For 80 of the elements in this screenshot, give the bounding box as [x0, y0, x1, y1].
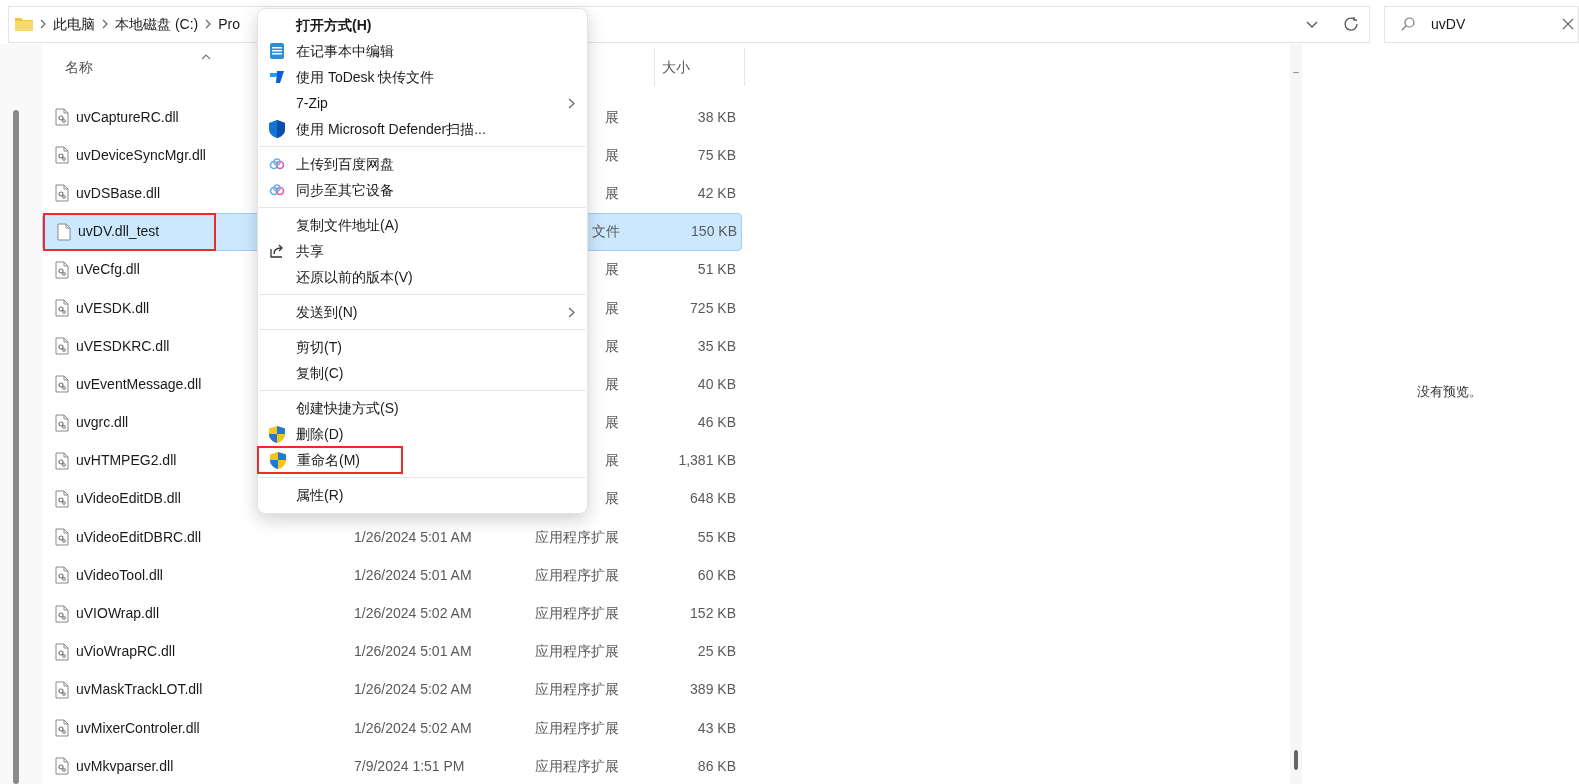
- type-cell-text: 文件: [592, 222, 620, 242]
- type-cell-text: 展: [605, 336, 619, 356]
- date-cell: 7/9/2024 1:51 PM: [354, 757, 465, 774]
- file-name: uVESDK.dll: [76, 298, 150, 318]
- type-cell-text: 展: [605, 183, 619, 203]
- date-cell: 1/26/2024 5:01 AM: [354, 643, 472, 660]
- type-cell-text: 展: [605, 298, 619, 318]
- file-name: uvMixerControler.dll: [76, 718, 200, 738]
- size-cell-text: 1,381 KB: [678, 451, 736, 471]
- menu-item-label: 剪切(T): [296, 337, 342, 357]
- menu-item-label: 删除(D): [296, 424, 344, 444]
- type-cell-text: 应用程序扩展: [535, 604, 619, 624]
- type-cell-text: 展: [605, 107, 619, 127]
- menu-item-label: 复制(C): [296, 363, 344, 383]
- file-name: uvEventMessage.dll: [76, 374, 202, 394]
- type-cell-text: 应用程序扩展: [535, 642, 619, 662]
- date-cell: 1/26/2024 5:01 AM: [354, 566, 472, 583]
- file-name: uvHTMPEG2.dll: [76, 451, 177, 471]
- type-cell-text: 应用程序扩展: [535, 527, 619, 547]
- date-cell: 1/26/2024 5:01 AM: [354, 528, 472, 545]
- menu-item-label: 7-Zip: [296, 93, 328, 113]
- file-name: uvgrc.dll: [76, 413, 129, 433]
- menu-item-label: 使用 Microsoft Defender扫描...: [296, 119, 486, 139]
- file-name: uVideoEditDB.dll: [76, 489, 181, 509]
- size-cell-text: 25 KB: [697, 642, 736, 662]
- type-cell-text: 应用程序扩展: [535, 718, 619, 738]
- type-cell-text: 应用程序扩展: [535, 756, 619, 776]
- menu-item-label: 上传到百度网盘: [296, 154, 394, 174]
- size-cell-text: 35 KB: [697, 336, 736, 356]
- file-name: uvMkvparser.dll: [76, 756, 174, 776]
- type-cell-text: 应用程序扩展: [535, 565, 619, 585]
- type-cell-text: 应用程序扩展: [535, 680, 619, 700]
- size-cell-text: 46 KB: [697, 413, 736, 433]
- type-cell-text: 展: [605, 374, 619, 394]
- size-cell-text: 648 KB: [690, 489, 736, 509]
- menu-item-label: 共享: [296, 241, 324, 261]
- menu-item-label: 使用 ToDesk 快传文件: [296, 67, 435, 87]
- type-cell-text: 展: [605, 260, 619, 280]
- type-cell-text: 展: [605, 413, 619, 433]
- file-name: uvDV.dll_test: [78, 222, 160, 242]
- menu-item-label: 还原以前的版本(V): [296, 267, 413, 287]
- file-name: uVioWrapRC.dll: [76, 642, 176, 662]
- size-cell-text: 150 KB: [691, 222, 737, 242]
- menu-item-label: 创建快捷方式(S): [296, 398, 399, 418]
- file-name: uvMaskTrackLOT.dll: [76, 680, 203, 700]
- menu-item-label: 同步至其它设备: [296, 180, 394, 200]
- preview-message: 没有预览。: [1417, 383, 1482, 402]
- date-cell: 1/26/2024 5:02 AM: [354, 719, 472, 736]
- size-cell-text: 43 KB: [697, 718, 736, 738]
- file-name: uVeCfg.dll: [76, 260, 140, 280]
- type-cell-text: 展: [605, 145, 619, 165]
- size-cell-text: 38 KB: [697, 107, 736, 127]
- size-cell-text: 725 KB: [690, 298, 736, 318]
- file-name: uvCaptureRC.dll: [76, 107, 179, 127]
- size-cell-text: 152 KB: [690, 604, 736, 624]
- file-name: uVIOWrap.dll: [76, 604, 159, 624]
- file-name: uVideoEditDBRC.dll: [76, 527, 202, 547]
- date-cell: 1/26/2024 5:02 AM: [354, 681, 472, 698]
- size-cell-text: 40 KB: [697, 374, 736, 394]
- menu-item-label: 属性(R): [296, 485, 344, 505]
- file-name: uvDSBase.dll: [76, 183, 161, 203]
- search-text: uvDV: [1431, 14, 1466, 34]
- menu-item-label: 重命名(M): [297, 450, 360, 470]
- menu-item-label: 打开方式(H): [296, 15, 372, 35]
- date-cell: 1/26/2024 5:02 AM: [354, 605, 472, 622]
- type-cell-text: 展: [605, 451, 619, 471]
- size-cell-text: 55 KB: [697, 527, 736, 547]
- size-cell-text: 42 KB: [697, 183, 736, 203]
- menu-item-label: 在记事本中编辑: [296, 41, 394, 61]
- menu-item-label: 复制文件地址(A): [296, 215, 399, 235]
- size-cell-text: 86 KB: [697, 756, 736, 776]
- file-name: uvDeviceSyncMgr.dll: [76, 145, 206, 165]
- menu-item-label: 发送到(N): [296, 302, 358, 322]
- size-cell-text: 389 KB: [690, 680, 736, 700]
- type-cell-text: 展: [605, 489, 619, 509]
- size-cell-text: 75 KB: [697, 145, 736, 165]
- file-name: uVESDKRC.dll: [76, 336, 170, 356]
- size-cell-text: 60 KB: [697, 565, 736, 585]
- file-name: uVideoTool.dll: [76, 565, 163, 585]
- size-cell-text: 51 KB: [697, 260, 736, 280]
